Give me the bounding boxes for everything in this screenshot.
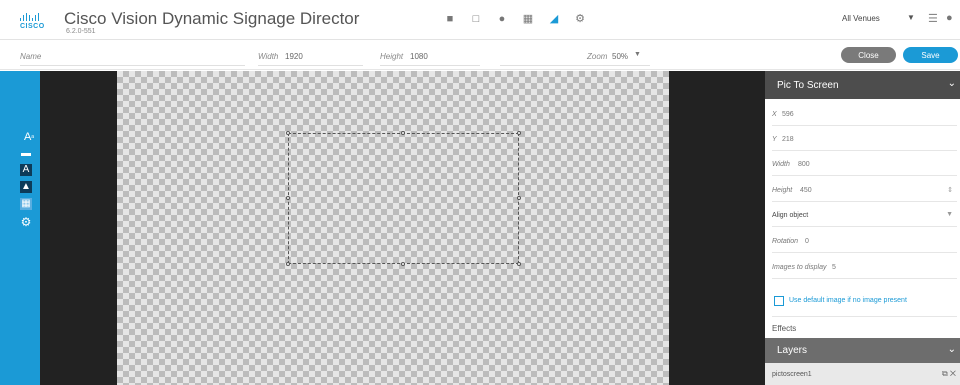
width-field[interactable]: 1920: [285, 52, 303, 61]
grid-icon[interactable]: ▦: [522, 13, 534, 25]
text-icon[interactable]: A: [20, 164, 32, 176]
panel-title: Pic To Screen: [777, 80, 839, 91]
properties-bar: Name Width 1920 Height 1080 Zoom 50% ▼: [0, 40, 960, 70]
resize-handle[interactable]: [401, 131, 405, 135]
menu-icon[interactable]: ☰: [928, 12, 938, 25]
resize-handle[interactable]: [517, 196, 521, 200]
settings-icon[interactable]: ⚙: [574, 13, 586, 25]
height-underline: [380, 65, 480, 66]
cisco-logo: CISCO: [20, 13, 45, 33]
text-scale-icon[interactable]: Aa: [22, 131, 36, 143]
effects-label[interactable]: Effects: [772, 324, 796, 333]
images-to-display-field[interactable]: Images to display 5: [772, 254, 957, 279]
resize-handle[interactable]: [286, 262, 290, 266]
resize-handle[interactable]: [401, 262, 405, 266]
settings-gear-icon[interactable]: ⚙: [20, 216, 32, 228]
save-button[interactable]: Save: [903, 47, 958, 63]
layer-item[interactable]: pictoscreen1 ⧉ ✕: [765, 363, 960, 385]
x-field[interactable]: X 596: [772, 101, 957, 126]
close-button[interactable]: Close: [841, 47, 896, 63]
resize-handle[interactable]: [517, 262, 521, 266]
ruler-icon[interactable]: ◢: [548, 13, 560, 25]
rotation-field[interactable]: Rotation 0: [772, 228, 957, 253]
name-underline: [20, 65, 245, 66]
user-icon[interactable]: ●: [946, 12, 953, 24]
width-label: Width: [258, 52, 279, 61]
logo-text: CISCO: [20, 23, 45, 30]
zoom-label: Zoom: [587, 52, 608, 61]
height-field[interactable]: 1080: [410, 52, 428, 61]
duplicate-close-icon[interactable]: ⧉ ✕: [942, 369, 956, 379]
app-title: Cisco Vision Dynamic Signage Director: [64, 9, 360, 28]
image-icon[interactable]: ▲: [20, 181, 32, 193]
chevron-down-icon[interactable]: ⌄: [948, 78, 956, 89]
pic-to-screen-frame[interactable]: [286, 131, 521, 266]
picture-icon[interactable]: ▦: [20, 198, 32, 210]
align-object-select[interactable]: Align object ▼: [772, 202, 957, 227]
app-version: 6.2.0-551: [66, 28, 96, 35]
layer-icon[interactable]: ▬: [20, 148, 32, 160]
panel-header[interactable]: Pic To Screen ⌄: [765, 71, 960, 99]
layers-title: Layers: [777, 345, 808, 356]
y-field[interactable]: Y 218: [772, 126, 957, 151]
zoom-chevron-down-icon[interactable]: ▼: [634, 51, 641, 58]
zoom-underline: [500, 65, 650, 66]
tool-rail: Aa ▬ A ▲ ▦ ⚙: [0, 71, 40, 385]
resize-handle[interactable]: [286, 131, 290, 135]
resize-handle[interactable]: [286, 196, 290, 200]
layers-header[interactable]: Layers ⌄: [765, 338, 960, 363]
resize-handle[interactable]: [517, 131, 521, 135]
chevron-down-icon[interactable]: ▼: [907, 13, 915, 22]
chevron-down-icon[interactable]: ⌄: [948, 344, 956, 355]
width-prop-field[interactable]: Width 800: [772, 151, 957, 176]
layer-name: pictoscreen1: [772, 371, 812, 378]
checkbox-row-divider: [772, 289, 957, 317]
height-label: Height: [380, 52, 404, 61]
width-underline: [258, 65, 363, 66]
zoom-select[interactable]: 50%: [612, 52, 628, 61]
chevron-down-icon[interactable]: ▼: [946, 211, 953, 218]
folder-icon[interactable]: ■: [444, 13, 456, 25]
venue-select[interactable]: All Venues: [842, 14, 880, 23]
name-field[interactable]: Name: [20, 52, 41, 61]
stepper-icon[interactable]: ⇕: [947, 186, 953, 194]
main-toolbar: ■ □ ● ▦ ◢ ⚙: [444, 13, 586, 25]
monitor-icon[interactable]: □: [470, 13, 482, 25]
height-prop-field[interactable]: Height 450 ⇕: [772, 177, 957, 202]
top-bar: CISCO Cisco Vision Dynamic Signage Direc…: [0, 0, 960, 40]
gear-dot-icon[interactable]: ●: [496, 13, 508, 25]
